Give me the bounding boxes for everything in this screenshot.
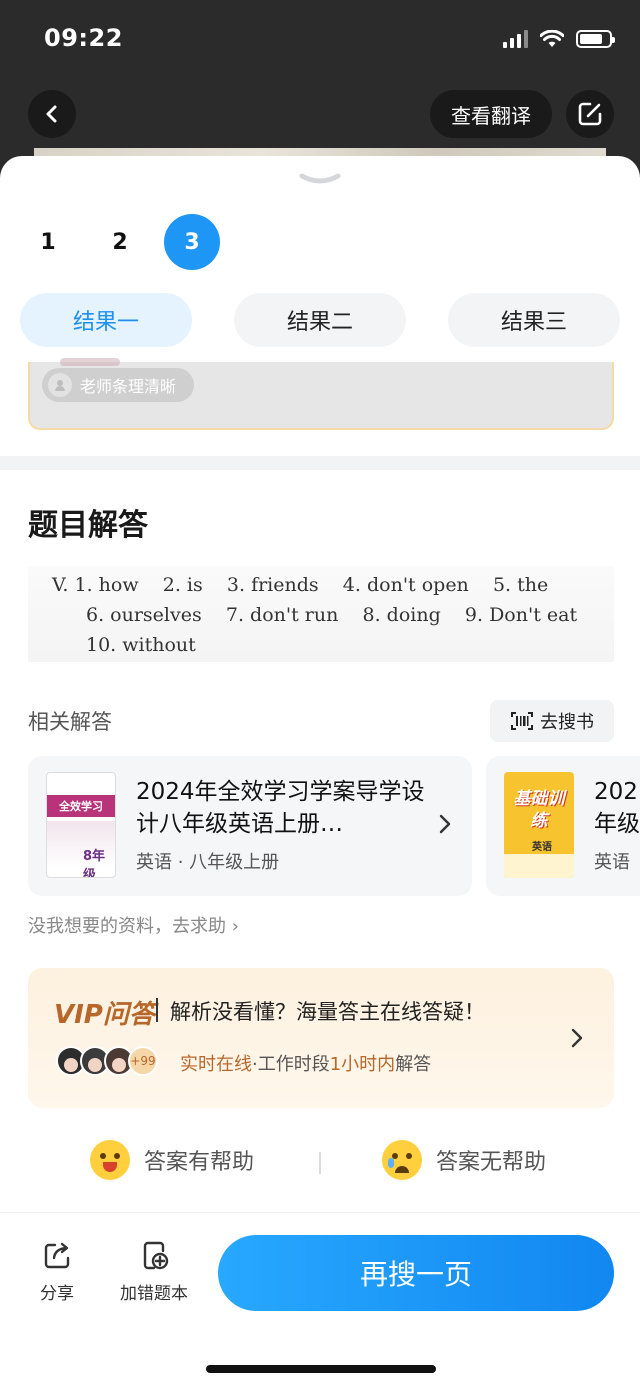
page-selector: 1 2 3 bbox=[20, 214, 236, 270]
vip-status-hours: ·工作时段 bbox=[252, 1054, 330, 1075]
book-cover-grade: 8年级 bbox=[83, 849, 106, 878]
answer-line-2: 6. ourselves 7. don't run 8. doing 9. Do… bbox=[86, 604, 578, 626]
chevron-left-icon bbox=[46, 105, 57, 123]
feedback-divider bbox=[319, 1152, 321, 1174]
avatar-more-count: +99 bbox=[128, 1046, 158, 1076]
share-button[interactable]: 分享 bbox=[40, 1239, 74, 1304]
share-label: 分享 bbox=[40, 1284, 74, 1304]
answer-line-3: 10. without bbox=[86, 634, 196, 656]
book-title: 2024年全效学习学案导学设计八年级英语上册… bbox=[136, 779, 425, 837]
page-3[interactable]: 3 bbox=[164, 214, 220, 270]
answerer-avatars: +99 bbox=[56, 1046, 158, 1076]
book-cover-title: 全效学习 bbox=[47, 795, 115, 817]
add-wrong-label: 加错题本 bbox=[120, 1284, 188, 1304]
edit-button[interactable] bbox=[566, 90, 614, 138]
status-time: 09:22 bbox=[44, 24, 123, 52]
crying-face-icon bbox=[382, 1140, 422, 1180]
answer-image[interactable]: V. 1. how 2. is 3. friends 4. don't open… bbox=[28, 566, 614, 662]
helpful-label: 答案有帮助 bbox=[144, 1150, 255, 1175]
happy-face-icon bbox=[90, 1140, 130, 1180]
not-helpful-button[interactable]: 答案无帮助 bbox=[382, 1140, 546, 1180]
answer-feedback: 答案有帮助 答案无帮助 bbox=[0, 1138, 640, 1188]
edit-icon bbox=[578, 102, 602, 126]
result-tabs: 结果一 结果二 结果三 bbox=[20, 293, 620, 347]
search-another-page-button[interactable]: 再搜一页 bbox=[218, 1235, 614, 1311]
share-icon bbox=[44, 1242, 70, 1269]
book-cover-subject: 英语 bbox=[532, 842, 552, 853]
book-cover-title: 基础训练 bbox=[513, 789, 565, 831]
vip-status-online: 实时在线 bbox=[180, 1054, 252, 1075]
vip-status-time: 1小时内 bbox=[329, 1054, 396, 1075]
back-button[interactable] bbox=[28, 90, 76, 138]
vip-divider bbox=[156, 998, 158, 1022]
answer-line-1: V. 1. how 2. is 3. friends 4. don't open… bbox=[52, 574, 549, 596]
tab-result-1[interactable]: 结果一 bbox=[20, 293, 192, 347]
related-answers-title: 相关解答 bbox=[28, 710, 112, 734]
tab-result-2[interactable]: 结果二 bbox=[234, 293, 406, 347]
teacher-badge: 老师条理清晰 bbox=[42, 368, 195, 402]
book-meta: 英语 bbox=[594, 852, 630, 873]
status-icons bbox=[503, 30, 615, 48]
page-1[interactable]: 1 bbox=[20, 214, 76, 270]
book-card[interactable]: 全效学习 8年级 2024年全效学习学案导学设计八年级英语上册… 英语 · 八年… bbox=[28, 756, 472, 896]
chevron-right-icon bbox=[439, 814, 451, 834]
tab-result-3[interactable]: 结果三 bbox=[448, 293, 620, 347]
view-translation-button[interactable]: 查看翻译 bbox=[430, 90, 552, 138]
sheet-handle-icon[interactable] bbox=[298, 172, 342, 186]
section-divider bbox=[0, 456, 640, 470]
teacher-badge-label: 老师条理清晰 bbox=[80, 377, 177, 396]
bottom-action-bar: 分享 加错题本 再搜一页 bbox=[0, 1212, 640, 1388]
vip-headline: 解析没看懂？海量答主在线答疑！ bbox=[170, 1000, 485, 1024]
vip-qa-card[interactable]: VIP问答 解析没看懂？海量答主在线答疑！ +99 实时在线·工作时段1小时内解… bbox=[28, 968, 614, 1108]
helpful-button[interactable]: 答案有帮助 bbox=[90, 1140, 254, 1180]
book-meta: 英语 · 八年级上册 bbox=[136, 852, 280, 873]
home-indicator bbox=[206, 1365, 436, 1373]
ask-for-help-link[interactable]: 没我想要的资料，去求助 › bbox=[28, 912, 239, 938]
vip-status: 实时在线·工作时段1小时内解答 bbox=[180, 1050, 431, 1076]
signal-icon bbox=[503, 30, 528, 48]
battery-icon bbox=[576, 30, 615, 48]
teacher-icon bbox=[48, 373, 72, 397]
answer-section-title: 题目解答 bbox=[28, 508, 148, 543]
teacher-video-card[interactable]: 老师条理清晰 bbox=[28, 358, 614, 430]
not-helpful-label: 答案无帮助 bbox=[436, 1150, 547, 1175]
book-card[interactable]: 基础训练 英语 202年级 英语 bbox=[486, 756, 640, 896]
book-cover-image: 基础训练 英语 bbox=[504, 772, 574, 878]
wifi-icon bbox=[540, 30, 564, 47]
page-2[interactable]: 2 bbox=[92, 214, 148, 270]
vip-status-suffix: 解答 bbox=[395, 1054, 432, 1075]
book-title: 202年级 bbox=[594, 779, 640, 837]
chevron-right-icon bbox=[571, 1028, 583, 1048]
vip-qa-logo: VIP问答 bbox=[54, 1000, 155, 1030]
add-to-wrong-book-button[interactable]: 加错题本 bbox=[120, 1239, 188, 1304]
status-bar: 09:22 bbox=[0, 0, 640, 80]
book-cover-image: 全效学习 8年级 bbox=[46, 772, 116, 878]
search-book-button[interactable]: 去搜书 bbox=[490, 700, 614, 742]
search-book-label: 去搜书 bbox=[540, 712, 594, 733]
result-sheet: 1 2 3 结果一 结果二 结果三 老师条理清晰 题目解答 V. 1. how … bbox=[0, 156, 640, 1388]
add-notebook-icon bbox=[143, 1241, 169, 1270]
barcode-scan-icon bbox=[511, 712, 533, 730]
handwriting-fragment bbox=[60, 358, 120, 366]
